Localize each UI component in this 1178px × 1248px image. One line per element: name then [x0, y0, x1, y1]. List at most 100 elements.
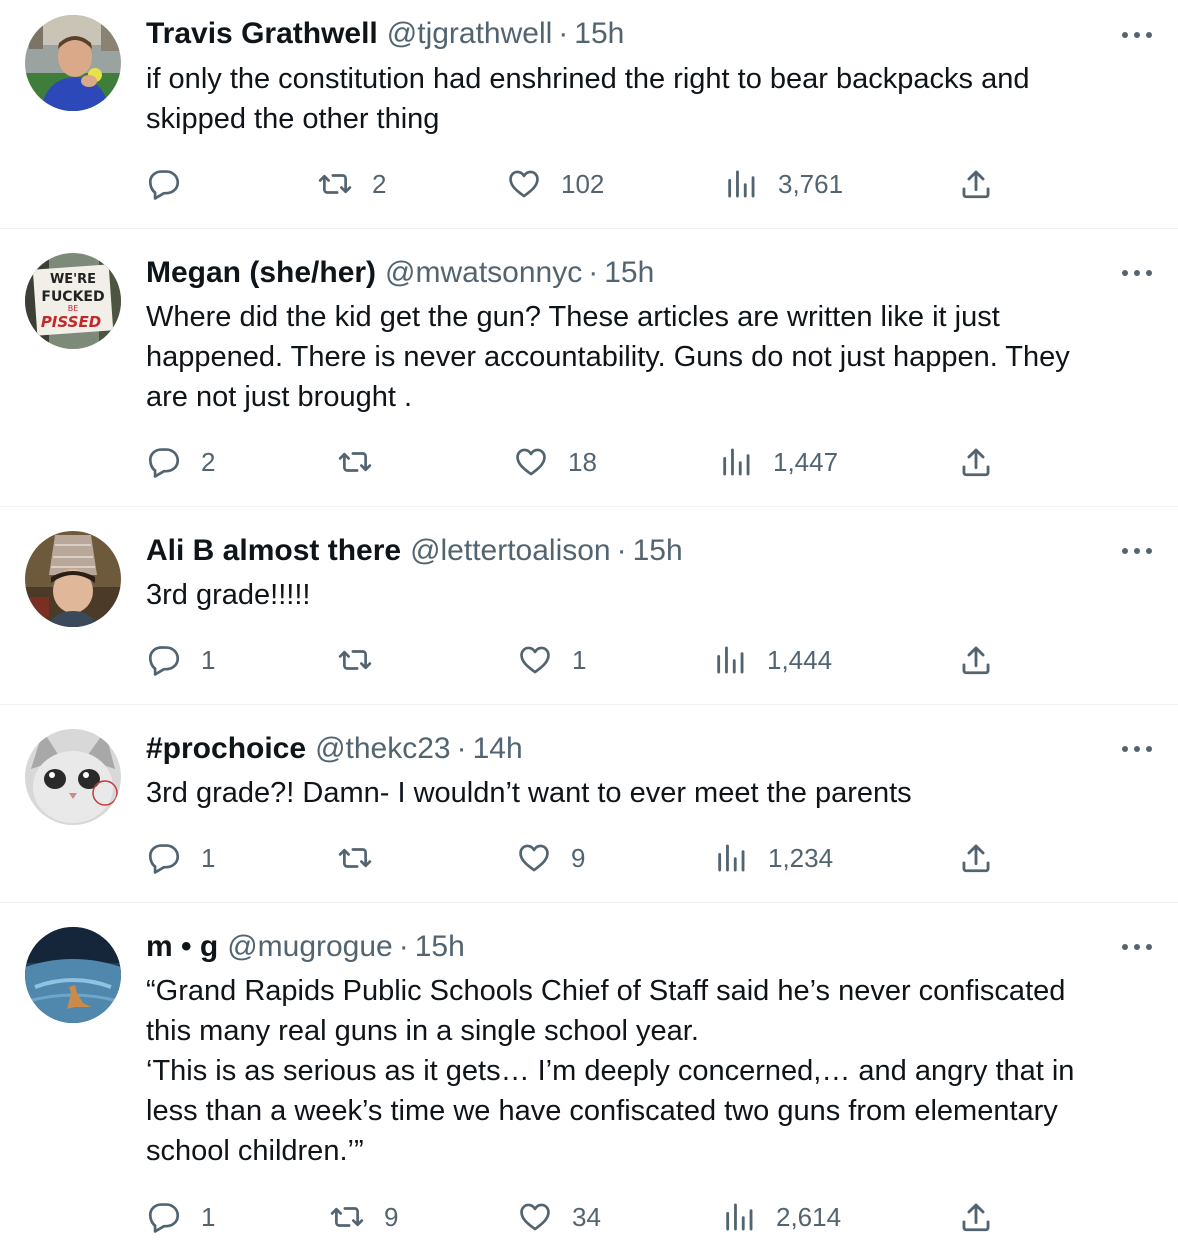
tweet[interactable]: Travis Grathwell @tjgrathwell · 15h if o…	[0, 0, 1178, 229]
retweet-button[interactable]	[338, 440, 392, 484]
tweet-text: 3rd grade?! Damn- I wouldn’t want to eve…	[146, 777, 912, 809]
retweet-count: 9	[384, 1201, 399, 1232]
retweet-icon	[338, 452, 372, 472]
retweet-icon	[338, 650, 372, 670]
tweet[interactable]: #prochoice @thekc23 · 14h 3rd grade?! Da…	[0, 705, 1178, 903]
user-handle[interactable]: @lettertoalison	[410, 531, 611, 571]
action-bar: 1 1 1,444	[0, 638, 1178, 682]
user-handle[interactable]: @thekc23	[315, 729, 451, 769]
like-button[interactable]: 102	[507, 162, 604, 206]
action-bar: 2 102 3,761	[0, 162, 1178, 206]
heart-icon	[520, 646, 550, 674]
more-icon[interactable]	[1120, 20, 1154, 50]
avatar-photo-icon	[25, 15, 121, 111]
user-handle[interactable]: @mwatsonnyc	[385, 253, 582, 293]
share-button[interactable]	[959, 638, 993, 682]
tweet-header: m • g @mugrogue · 15h	[146, 927, 465, 967]
action-bar: 1 9 1,234	[0, 836, 1178, 880]
avatar[interactable]	[25, 927, 121, 1023]
avatar-photo-icon	[25, 531, 121, 627]
reply-button[interactable]	[147, 162, 201, 206]
sign-line-1: WE'RE	[50, 272, 96, 287]
avatar[interactable]: WE'RE FUCKED BE PISSED	[25, 253, 121, 349]
like-button[interactable]: 9	[517, 836, 585, 880]
share-button[interactable]	[959, 836, 993, 880]
tweet-text: “Grand Rapids Public Schools Chief of St…	[146, 975, 1075, 1167]
retweet-button[interactable]: 2	[318, 162, 386, 206]
retweet-button[interactable]	[338, 638, 392, 682]
like-button[interactable]: 18	[514, 440, 597, 484]
views-icon	[726, 1203, 753, 1231]
display-name[interactable]: Megan (she/her)	[146, 253, 376, 293]
tweet-header: Travis Grathwell @tjgrathwell · 15h	[146, 14, 624, 54]
tweet-text: Where did the kid get the gun? These art…	[146, 301, 1070, 413]
display-name[interactable]: Ali B almost there	[146, 531, 401, 571]
separator-dot: ·	[616, 534, 627, 567]
reply-count: 1	[201, 644, 216, 675]
timestamp[interactable]: 15h	[415, 927, 465, 967]
retweet-button[interactable]	[338, 836, 392, 880]
tweet-header: Ali B almost there @lettertoalison · 15h	[146, 531, 683, 571]
timestamp[interactable]: 15h	[604, 253, 654, 293]
share-button[interactable]	[959, 162, 993, 206]
display-name[interactable]: Travis Grathwell	[146, 14, 378, 54]
more-icon[interactable]	[1120, 932, 1154, 962]
share-icon	[962, 448, 990, 477]
retweet-button[interactable]: 9	[330, 1195, 398, 1239]
reply-count: 1	[201, 1201, 216, 1232]
share-icon	[962, 1203, 990, 1232]
sign-line-4: PISSED	[41, 313, 101, 331]
view-count: 1,447	[773, 446, 839, 477]
view-count: 1,444	[767, 644, 833, 675]
tweet[interactable]: Ali B almost there @lettertoalison · 15h…	[0, 507, 1178, 705]
reply-button[interactable]: 1	[147, 638, 215, 682]
tweet-header: #prochoice @thekc23 · 14h	[146, 729, 523, 769]
views-button[interactable]: 3,761	[724, 162, 843, 206]
views-button[interactable]: 1,234	[714, 836, 833, 880]
views-button[interactable]: 1,444	[713, 638, 832, 682]
tweet-text: if only the constitution had enshrined t…	[146, 63, 1030, 135]
user-handle[interactable]: @tjgrathwell	[387, 14, 553, 54]
heart-icon	[516, 448, 546, 476]
tweet-header: Megan (she/her) @mwatsonnyc · 15h	[146, 253, 654, 293]
views-button[interactable]: 1,447	[719, 440, 838, 484]
reply-icon	[148, 448, 180, 478]
share-button[interactable]	[959, 1195, 993, 1239]
view-count: 3,761	[778, 168, 844, 199]
retweet-icon	[330, 1207, 364, 1227]
tweet[interactable]: m • g @mugrogue · 15h “Grand Rapids Publ…	[0, 903, 1178, 1248]
views-button[interactable]: 2,614	[722, 1195, 841, 1239]
user-handle[interactable]: @mugrogue	[227, 927, 393, 967]
reply-icon	[148, 1203, 180, 1233]
share-button[interactable]	[959, 440, 993, 484]
display-name[interactable]: #prochoice	[146, 729, 306, 769]
avatar[interactable]	[25, 729, 121, 825]
like-count: 34	[572, 1201, 601, 1232]
tweet[interactable]: WE'RE FUCKED BE PISSED Megan (she/her) @…	[0, 229, 1178, 507]
timestamp[interactable]: 14h	[473, 729, 523, 769]
view-count: 2,614	[776, 1201, 842, 1232]
reply-button[interactable]: 1	[147, 836, 215, 880]
heart-icon	[520, 1203, 550, 1231]
display-name[interactable]: m • g	[146, 927, 218, 967]
retweet-icon	[338, 848, 372, 868]
avatar[interactable]	[25, 15, 121, 111]
avatar[interactable]	[25, 531, 121, 627]
like-button[interactable]: 1	[518, 638, 586, 682]
like-count: 9	[571, 842, 586, 873]
timestamp[interactable]: 15h	[574, 14, 624, 54]
reply-icon	[148, 844, 180, 874]
sign-line-3: BE	[68, 304, 79, 313]
like-button[interactable]: 34	[518, 1195, 601, 1239]
reply-button[interactable]: 2	[147, 440, 215, 484]
more-icon[interactable]	[1120, 734, 1154, 764]
reply-feed: Travis Grathwell @tjgrathwell · 15h if o…	[0, 0, 1178, 1248]
more-icon[interactable]	[1120, 536, 1154, 566]
views-icon	[728, 170, 755, 198]
share-icon	[962, 646, 990, 675]
avatar-kangaroo-icon	[25, 927, 121, 1023]
action-bar: 2 18 1,447	[0, 440, 1178, 484]
reply-button[interactable]: 1	[147, 1195, 215, 1239]
more-icon[interactable]	[1120, 258, 1154, 288]
timestamp[interactable]: 15h	[633, 531, 683, 571]
